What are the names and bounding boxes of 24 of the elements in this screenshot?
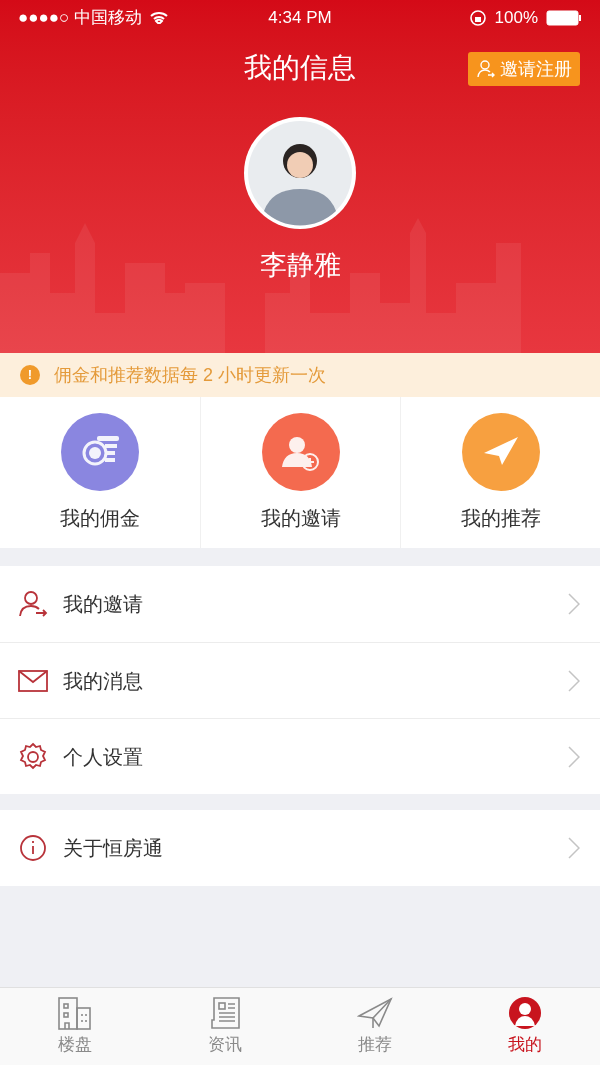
notice-text: 佣金和推荐数据每 2 小时更新一次 — [54, 363, 326, 387]
news-icon — [208, 995, 242, 1030]
page-title: 我的信息 — [244, 51, 356, 85]
user-icon — [508, 995, 542, 1030]
chevron-right-icon — [568, 745, 580, 768]
user-name: 李静雅 — [259, 249, 341, 282]
gear-icon — [18, 741, 48, 772]
chevron-right-icon — [568, 837, 580, 859]
rotation-lock-icon — [468, 8, 487, 27]
clock: 4:34 PM — [268, 6, 332, 29]
wifi-icon — [150, 11, 169, 24]
chevron-right-icon — [568, 593, 580, 615]
chevron-right-icon — [568, 669, 580, 692]
building-icon — [57, 995, 93, 1030]
paper-plane-icon — [357, 995, 393, 1030]
tab[interactable]: 我的 — [450, 988, 600, 1065]
carrier-label: ●●●●○ 中国移动 — [18, 6, 143, 29]
person-arrow-icon — [476, 59, 496, 79]
person-arrow-icon — [18, 589, 48, 619]
envelope-icon — [18, 669, 48, 692]
battery-label: 100% — [494, 6, 538, 29]
battery-icon — [546, 9, 582, 26]
warning-icon: ! — [20, 365, 40, 385]
info-icon — [19, 834, 47, 862]
